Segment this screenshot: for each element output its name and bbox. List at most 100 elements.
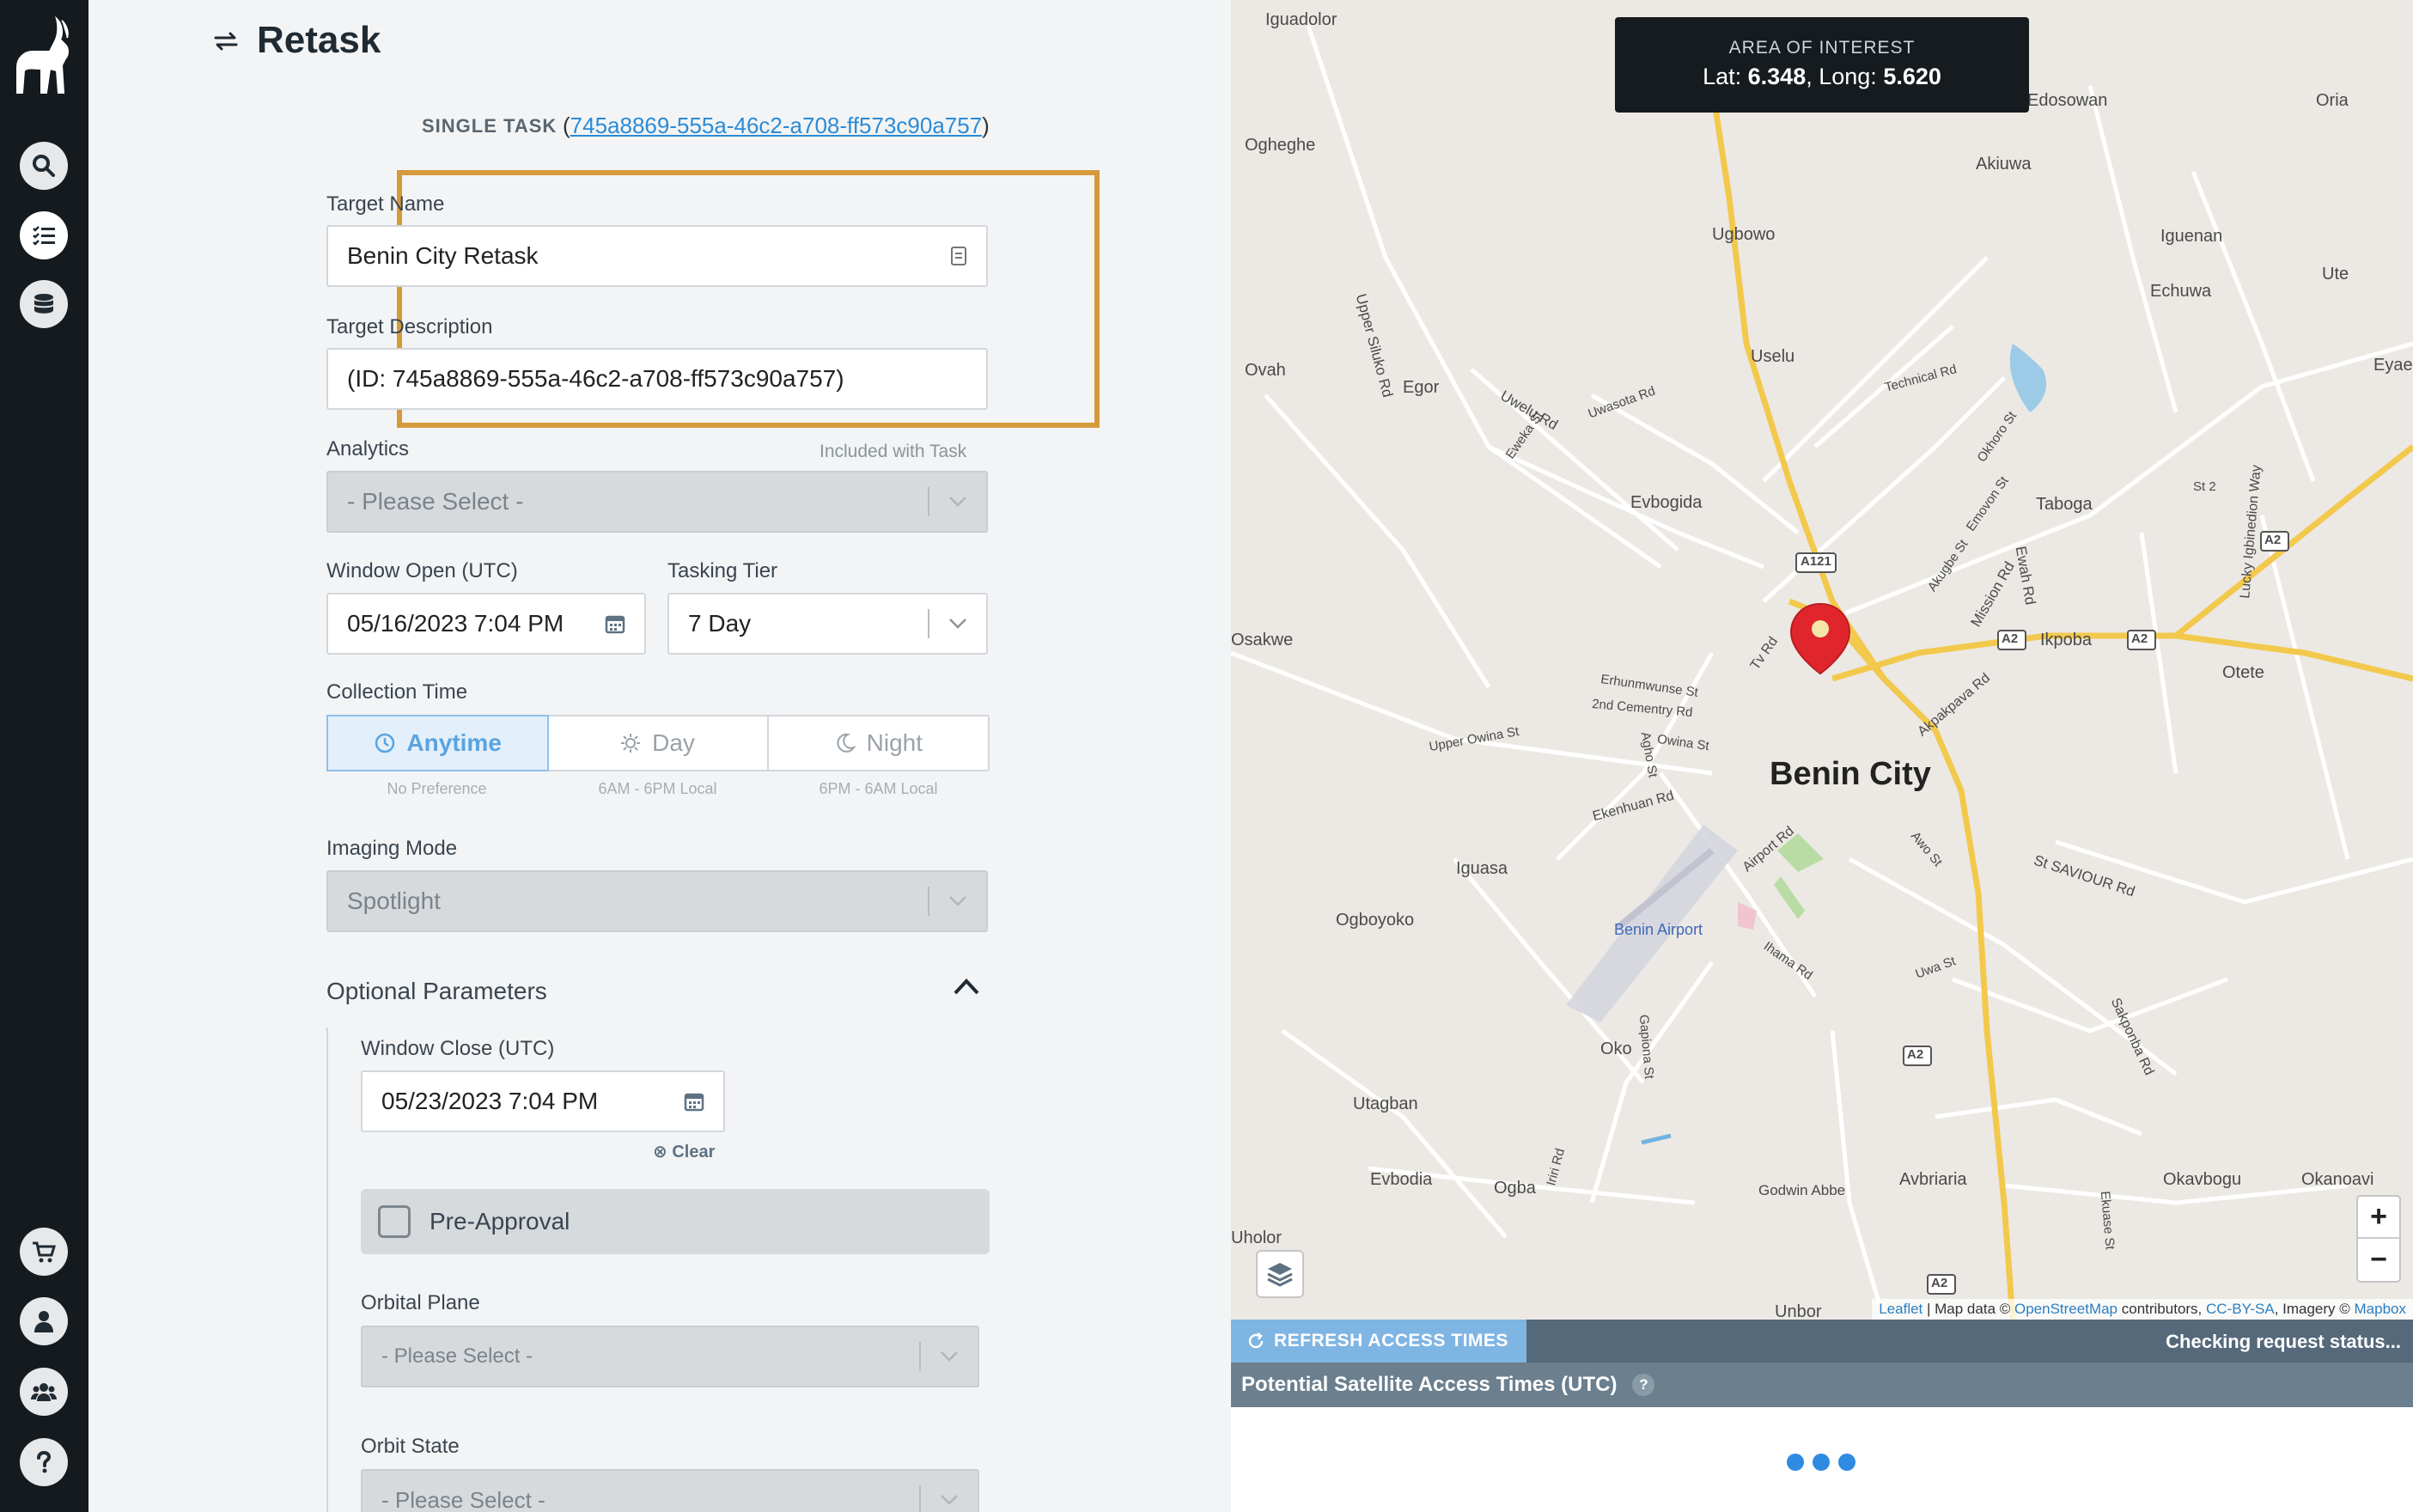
tasking-tier-select[interactable]: 7 Day <box>667 593 988 655</box>
license-link[interactable]: CC-BY-SA <box>2206 1301 2275 1317</box>
place-label: Otete <box>2222 663 2264 682</box>
place-label: Ute <box>2322 265 2349 284</box>
analytics-label: Analytics <box>326 437 410 460</box>
collection-time-label: Collection Time <box>326 680 468 704</box>
window-close-field[interactable]: 05/23/2023 7:04 PM <box>361 1070 725 1132</box>
team-icon <box>31 1383 57 1401</box>
clear-label: Clear <box>672 1143 716 1161</box>
window-open-field[interactable]: 05/16/2023 7:04 PM <box>326 593 646 655</box>
place-label: Okavbogu <box>2163 1170 2242 1189</box>
collection-night-option[interactable]: Night <box>769 716 988 770</box>
place-label: Uselu <box>1751 347 1795 366</box>
search-icon <box>33 155 55 177</box>
clear-window-close-button[interactable]: ⊗ Clear <box>653 1141 715 1162</box>
task-id-link[interactable]: 745a8869-555a-46c2-a708-ff573c90a757 <box>570 113 983 138</box>
map-attribution: Leaflet | Map data © OpenStreetMap contr… <box>1872 1299 2413 1320</box>
loading-dot <box>1838 1454 1855 1471</box>
place-label: Ogheghe <box>1245 136 1316 155</box>
orbit-state-select[interactable]: - Please Select - <box>361 1469 979 1512</box>
retask-icon <box>214 32 238 51</box>
target-name-label: Target Name <box>326 192 445 216</box>
orbit-state-value: - Please Select - <box>381 1486 545 1512</box>
place-label: Utagban <box>1353 1094 1418 1113</box>
lat-label: Lat: <box>1703 64 1742 89</box>
road-label: St 2 <box>2193 479 2216 494</box>
city-label: Benin City <box>1770 756 1931 792</box>
refresh-access-times-button[interactable]: REFRESH ACCESS TIMES <box>1231 1320 1526 1363</box>
sun-icon <box>621 734 641 753</box>
anytime-sub: No Preference <box>387 780 487 797</box>
road-shield: A2 <box>2264 533 2282 547</box>
loading-dot <box>1787 1454 1804 1471</box>
window-close-value: 05/23/2023 7:04 PM <box>381 1088 599 1114</box>
imaging-mode-select[interactable]: Spotlight <box>326 870 988 932</box>
lat-value: 6.348 <box>1747 64 1807 89</box>
orbital-plane-select[interactable]: - Please Select - <box>361 1326 979 1387</box>
chevron-up-icon[interactable] <box>952 976 981 997</box>
road-shield: A121 <box>1801 554 1831 569</box>
tasking-tier-label: Tasking Tier <box>667 559 778 582</box>
mapbox-link[interactable]: Mapbox <box>2355 1301 2406 1317</box>
place-label: Ogba <box>1494 1179 1536 1198</box>
calendar-icon[interactable] <box>605 613 625 634</box>
sidebar-user-button[interactable] <box>20 1297 68 1345</box>
aoi-coordinates: Lat: 6.348, Long: 5.620 <box>1703 64 1941 89</box>
collection-anytime-option[interactable]: Anytime <box>326 715 550 771</box>
orbital-plane-label: Orbital Plane <box>361 1291 480 1314</box>
zoom-in-button[interactable]: + <box>2358 1197 2399 1239</box>
paren-open: ( <box>563 113 570 138</box>
contact-card-icon <box>950 246 967 266</box>
moon-icon <box>837 733 856 753</box>
road-shield: A2 <box>1931 1276 1948 1290</box>
zoom-control: + − <box>2356 1195 2401 1283</box>
anytime-label: Anytime <box>406 729 502 756</box>
leaflet-link[interactable]: Leaflet <box>1879 1301 1922 1317</box>
chevron-down-icon <box>949 896 966 906</box>
analytics-select[interactable]: - Please Select - <box>326 471 988 533</box>
pre-approval-toggle[interactable]: Pre-Approval <box>361 1189 990 1254</box>
place-label: Ikpoba <box>2040 631 2093 649</box>
attribution-text: | Map data © <box>1922 1301 2014 1317</box>
help-circle-icon[interactable]: ? <box>1632 1374 1655 1396</box>
sidebar-help-button[interactable] <box>20 1438 68 1486</box>
place-label: Ovah <box>1245 361 1286 380</box>
sidebar-cart-button[interactable] <box>20 1228 68 1276</box>
place-label: Iguadolor <box>1265 10 1338 29</box>
place-label: Godwin Abbe <box>1758 1182 1846 1198</box>
day-label: Day <box>652 729 695 756</box>
place-label: Echuwa <box>2150 282 2212 301</box>
road-shield: A2 <box>1907 1047 1924 1062</box>
osm-link[interactable]: OpenStreetMap <box>2014 1301 2117 1317</box>
analytics-note: Included with Task <box>820 442 967 461</box>
layers-icon <box>1267 1263 1293 1287</box>
sidebar-team-button[interactable] <box>20 1368 68 1416</box>
window-close-label: Window Close (UTC) <box>361 1037 555 1060</box>
airport-label: Benin Airport <box>1614 921 1703 938</box>
optional-parameters-title[interactable]: Optional Parameters <box>326 978 547 1005</box>
access-times-header: Potential Satellite Access Times (UTC) ? <box>1231 1363 2413 1407</box>
sidebar-search-button[interactable] <box>20 142 68 190</box>
place-label: Ogboyoko <box>1336 911 1415 930</box>
clock-icon <box>375 733 395 753</box>
sidebar-database-button[interactable] <box>20 280 68 328</box>
map-roads-layer <box>1231 25 2413 1320</box>
task-id-wrapper: (745a8869-555a-46c2-a708-ff573c90a757) <box>563 113 990 139</box>
place-label: Taboga <box>2036 495 2093 514</box>
sidebar-tasks-button[interactable] <box>20 211 68 259</box>
user-icon <box>34 1311 53 1332</box>
place-label: Unbor <box>1775 1302 1822 1320</box>
imaging-mode-label: Imaging Mode <box>326 837 458 860</box>
collection-day-option[interactable]: Day <box>547 716 769 770</box>
layers-button[interactable] <box>1256 1250 1304 1298</box>
place-label: Iguenan <box>2160 227 2223 246</box>
optional-divider <box>326 1027 328 1512</box>
pre-approval-checkbox[interactable] <box>378 1205 411 1238</box>
map-view[interactable]: A121 A2 A2 A2 A2 A2 Iguadolor Ogheghe Ed… <box>1231 0 2413 1320</box>
location-marker <box>1789 602 1851 675</box>
zoom-out-button[interactable]: − <box>2358 1239 2399 1281</box>
target-name-field[interactable]: Benin City Retask <box>326 225 988 287</box>
calendar-icon[interactable] <box>684 1091 704 1112</box>
antelope-logo-icon[interactable] <box>12 15 77 96</box>
pre-approval-label: Pre-Approval <box>430 1208 570 1235</box>
target-description-field[interactable]: (ID: 745a8869-555a-46c2-a708-ff573c90a75… <box>326 348 988 410</box>
